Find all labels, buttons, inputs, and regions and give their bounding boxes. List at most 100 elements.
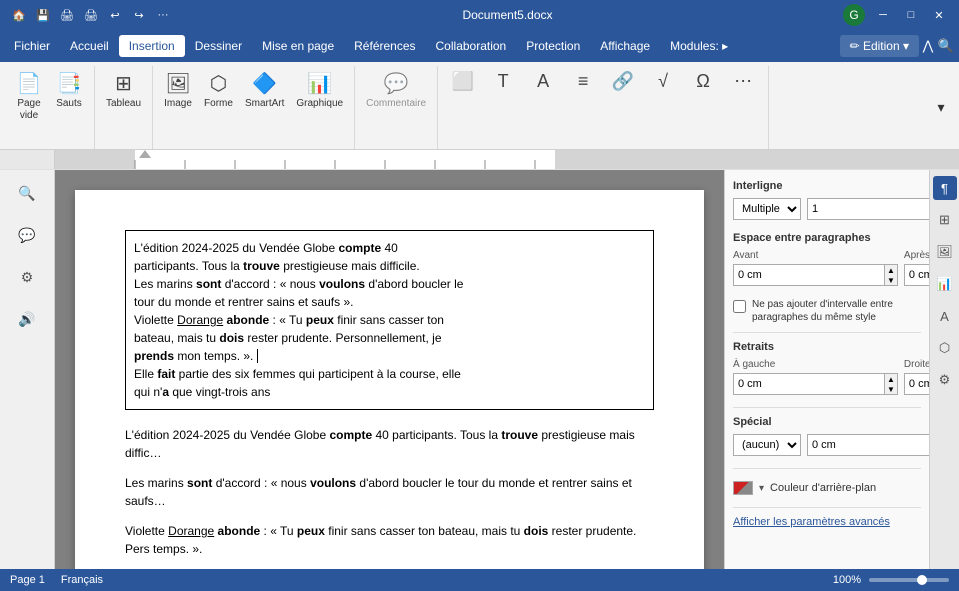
icon-shape[interactable]: ⬡ <box>933 336 957 360</box>
zoom-thumb[interactable] <box>917 575 927 585</box>
indent-right-group: ▲ ▼ <box>904 373 929 395</box>
user-avatar[interactable]: G <box>843 4 865 26</box>
menu-references[interactable]: Références <box>344 35 425 57</box>
indent-left-spin-down[interactable]: ▼ <box>885 384 897 394</box>
graphique-button[interactable]: 📊 Graphique <box>291 68 348 113</box>
interligne-type-select[interactable]: Multiple <box>733 198 801 220</box>
wordart-button[interactable]: A <box>524 68 562 97</box>
menu-collaboration[interactable]: Collaboration <box>426 35 517 57</box>
redo-button[interactable]: ↪ <box>130 6 148 24</box>
ribbon-more-button[interactable]: ▾ <box>931 96 951 119</box>
paragraph-spacing-label: Espace entre paragraphes <box>733 232 921 244</box>
edition-button[interactable]: ✏ Edition ▾ <box>840 35 919 57</box>
spacing-before-input[interactable] <box>734 265 884 285</box>
color-swatch <box>733 481 753 495</box>
textbox-line8: Elle fait partie des six femmes qui part… <box>134 365 645 383</box>
forme-button[interactable]: ⬡ Forme <box>199 68 238 113</box>
spacing-before-spin-up[interactable]: ▲ <box>885 265 897 275</box>
minimize-button[interactable]: ─ <box>873 5 893 25</box>
icon-settings[interactable]: ⚙ <box>933 368 957 392</box>
tool-track[interactable]: ⚙ <box>12 262 42 292</box>
menu-bar: Fichier Accueil Insertion Dessiner Mise … <box>0 30 959 62</box>
panel-section-retraits: Retraits À gauche ▲ ▼ <box>733 341 921 395</box>
undo-button[interactable]: ↩ <box>106 6 124 24</box>
color-dropdown-arrow[interactable]: ▾ <box>759 483 764 494</box>
paragraph-button[interactable]: ≡ <box>564 68 602 97</box>
menu-protection[interactable]: Protection <box>516 35 590 57</box>
ruler <box>0 150 959 170</box>
same-style-checkbox[interactable] <box>733 300 746 313</box>
link-button[interactable]: 🔗 <box>604 68 642 97</box>
indent-right-input[interactable] <box>905 374 929 394</box>
tool-search[interactable]: 🔍 <box>12 178 42 208</box>
more-ribbon-button[interactable]: ⋯ <box>724 68 762 97</box>
menu-accueil[interactable]: Accueil <box>60 35 119 57</box>
menu-modules[interactable]: Modules: ▸ <box>660 35 738 57</box>
icon-text-style[interactable]: A <box>933 304 957 328</box>
tool-comment[interactable]: 💬 <box>12 220 42 250</box>
special-type-select[interactable]: (aucun) <box>733 434 801 456</box>
zone-texte-button[interactable]: ⬜ <box>444 68 482 97</box>
menu-mise-en-page[interactable]: Mise en page <box>252 35 344 57</box>
menu-dessiner[interactable]: Dessiner <box>185 35 252 57</box>
ribbon-group-pages: 📄 Pagevide 📑 Sauts <box>4 66 95 149</box>
sauts-button[interactable]: 📑 Sauts <box>50 68 88 113</box>
more-ribbon-icon: ⋯ <box>734 71 752 92</box>
search-button[interactable]: 🔍 <box>937 37 955 55</box>
tool-audio[interactable]: 🔊 <box>12 304 42 334</box>
close-button[interactable]: ✕ <box>929 5 949 25</box>
formula-button[interactable]: √ <box>644 68 682 97</box>
document-area[interactable]: L'édition 2024-2025 du Vendée Globe comp… <box>55 170 724 569</box>
home-button[interactable]: 🏠 <box>10 6 28 24</box>
zoom-slider[interactable] <box>869 578 949 582</box>
advanced-settings-link[interactable]: Afficher les paramètres avancés <box>733 516 921 528</box>
background-color-row: ▾ Couleur d'arrière-plan <box>733 477 921 499</box>
spacing-before-spin-down[interactable]: ▼ <box>885 275 897 285</box>
interligne-value-input[interactable] <box>808 199 929 219</box>
print-preview-button[interactable]: 🖨 <box>82 6 100 24</box>
document-textbox: L'édition 2024-2025 du Vendée Globe comp… <box>125 230 654 410</box>
status-bar: Page 1 Français 100% <box>0 569 959 591</box>
more-button[interactable]: ··· <box>154 6 172 24</box>
panel-section-special: Spécial (aucun) ▲ ▼ <box>733 416 921 456</box>
symbol-button[interactable]: Ω <box>684 68 722 97</box>
icon-table[interactable]: ⊞ <box>933 208 957 232</box>
panel-section-paragraph-spacing: Espace entre paragraphes Avant ▲ ▼ <box>733 232 921 286</box>
ribbon: 📄 Pagevide 📑 Sauts ⊞ Tableau 🖼 Image <box>0 62 959 150</box>
icon-image[interactable]: 🖼 <box>933 240 957 264</box>
page-vide-icon: 📄 <box>17 71 42 96</box>
save-button[interactable]: 💾 <box>34 6 52 24</box>
status-language: Français <box>61 574 103 586</box>
menu-insertion[interactable]: Insertion <box>119 35 185 57</box>
ribbon-group-tableau: ⊞ Tableau <box>95 66 153 149</box>
panel-divider-4 <box>733 507 921 508</box>
icon-chart[interactable]: 📊 <box>933 272 957 296</box>
ruler-main <box>55 150 959 169</box>
body-para-3: Violette Dorange abonde : « Tu peux fini… <box>125 522 654 558</box>
menu-fichier[interactable]: Fichier <box>4 35 60 57</box>
quick-access-toolbar: 🏠 💾 🖨 🖨 ↩ ↪ ··· <box>10 6 172 24</box>
spacing-after-input[interactable] <box>905 265 929 285</box>
special-value-input[interactable] <box>808 435 929 455</box>
print-button[interactable]: 🖨 <box>58 6 76 24</box>
indent-left-input[interactable] <box>734 374 884 394</box>
page-vide-button[interactable]: 📄 Pagevide <box>10 68 48 125</box>
smartart-button[interactable]: 🔷 SmartArt <box>240 68 289 113</box>
textbox-line5: Violette Dorange abonde : « Tu peux fini… <box>134 311 645 329</box>
icon-paragraph[interactable]: ¶ <box>933 176 957 200</box>
ribbon-collapse-button[interactable]: ⋀ <box>919 37 937 55</box>
quick-parts-button[interactable]: T <box>484 68 522 97</box>
spacing-before-spinner: ▲ ▼ <box>884 265 897 285</box>
same-style-label: Ne pas ajouter d'intervalle entre paragr… <box>752 298 921 324</box>
menu-affichage[interactable]: Affichage <box>590 35 660 57</box>
panel-divider-1 <box>733 332 921 333</box>
indent-left-spin-up[interactable]: ▲ <box>885 374 897 384</box>
tableau-button[interactable]: ⊞ Tableau <box>101 68 146 113</box>
graphique-icon: 📊 <box>307 71 332 96</box>
maximize-button[interactable]: □ <box>901 5 921 25</box>
image-button[interactable]: 🖼 Image <box>159 68 197 113</box>
commentaire-button[interactable]: 💬 Commentaire <box>361 68 431 113</box>
spacing-after-group: ▲ ▼ <box>904 264 929 286</box>
special-label: Spécial <box>733 416 921 428</box>
spacing-before-col: Avant ▲ ▼ <box>733 250 898 286</box>
